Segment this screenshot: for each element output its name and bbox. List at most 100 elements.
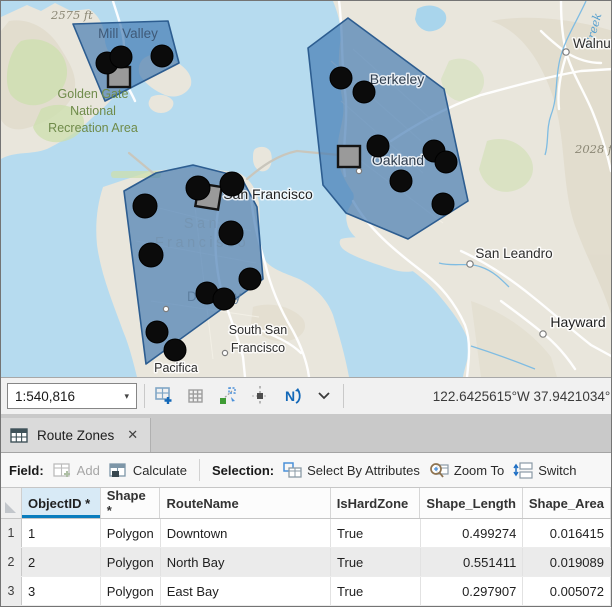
switch-selection-button[interactable]: Switch	[513, 462, 576, 479]
stop-marker[interactable]	[432, 193, 454, 215]
city-label-san-leandro: San Leandro	[475, 246, 552, 261]
city-label-hayward: Hayward	[550, 314, 605, 330]
elevation-label: 2575 ft	[50, 8, 93, 22]
coordinate-readout: 122.6425615°W 37.9421034°N	[433, 389, 612, 404]
table-row[interactable]: 2 2 Polygon North Bay True 0.551411 0.01…	[1, 548, 611, 577]
column-header-routename[interactable]: RouteName	[160, 488, 330, 518]
add-view-icon[interactable]	[152, 383, 176, 409]
scale-combobox[interactable]: 1:540,816 ▾	[7, 383, 137, 409]
dropdown-caret-icon: ▾	[124, 391, 129, 402]
cell-shape-length[interactable]: 0.499274	[421, 519, 524, 547]
stop-marker[interactable]	[367, 135, 389, 157]
facility-marker[interactable]	[338, 146, 360, 167]
stop-marker[interactable]	[435, 151, 457, 173]
stop-marker[interactable]	[139, 243, 163, 267]
cell-shape[interactable]: Polygon	[101, 548, 161, 576]
cell-routename[interactable]: Downtown	[161, 519, 331, 547]
column-header-shape[interactable]: Shape *	[101, 488, 161, 518]
map-canvas[interactable]: 2575 ft 2028 ft Creek Mill Valley Golden…	[1, 1, 611, 377]
cell-shape[interactable]: Polygon	[101, 519, 161, 547]
arcgis-pro-window: 2575 ft 2028 ft Creek Mill Valley Golden…	[0, 0, 612, 607]
add-field-button[interactable]: Add	[53, 463, 100, 478]
table-icon	[10, 428, 28, 443]
stop-marker[interactable]	[213, 288, 235, 310]
stop-marker[interactable]	[390, 170, 412, 192]
cell-objectid[interactable]: 3	[22, 577, 101, 605]
stop-marker[interactable]	[219, 221, 243, 245]
switch-selection-icon	[513, 462, 533, 479]
city-label-berkeley: Berkeley	[370, 71, 424, 87]
city-label-walnut-creek: Walnut Creek	[573, 36, 611, 51]
calculate-icon	[109, 463, 128, 478]
calculate-field-button[interactable]: Calculate	[109, 463, 187, 478]
svg-text:Recreation Area: Recreation Area	[48, 121, 138, 135]
select-by-attributes-button[interactable]: Select By Attributes	[283, 462, 420, 478]
snapping-icon[interactable]	[248, 383, 272, 409]
table-header-row: ObjectID * Shape * RouteName IsHardZone …	[1, 488, 611, 519]
cell-routename[interactable]: East Bay	[161, 577, 331, 605]
separator	[144, 384, 145, 408]
stop-marker[interactable]	[146, 321, 168, 343]
separator	[343, 384, 344, 408]
expand-chevron-icon[interactable]	[312, 383, 336, 409]
column-header-objectid[interactable]: ObjectID *	[22, 488, 101, 518]
svg-text:National: National	[70, 104, 116, 118]
cell-shape[interactable]: Polygon	[101, 577, 161, 605]
close-icon[interactable]: ✕	[127, 427, 138, 443]
cell-shape-area[interactable]: 0.005072	[523, 577, 611, 605]
park-label-ggnra: Golden Gate	[58, 87, 129, 101]
city-label-pacifica: Pacifica	[154, 361, 198, 375]
city-label-mill-valley: Mill Valley	[98, 26, 158, 41]
stop-marker[interactable]	[239, 268, 261, 290]
column-header-ishardzone[interactable]: IsHardZone	[331, 488, 421, 518]
zoom-to-button[interactable]: Zoom To	[429, 462, 504, 479]
row-number[interactable]: 2	[1, 548, 22, 576]
elevation-label: 2028 ft	[574, 142, 611, 156]
stop-marker[interactable]	[164, 339, 186, 361]
tab-title: Route Zones	[37, 428, 114, 443]
cell-shape-length[interactable]: 0.297907	[421, 577, 524, 605]
north-arrow-icon[interactable]: N	[280, 383, 304, 409]
stop-marker[interactable]	[330, 67, 352, 89]
svg-text:Francisco: Francisco	[231, 341, 285, 355]
stop-marker[interactable]	[220, 172, 244, 196]
city-label-south-san-francisco: South San	[229, 323, 287, 337]
zoom-to-icon	[429, 462, 449, 479]
table-corner-selector[interactable]	[1, 488, 22, 518]
map-status-bar: 1:540,816 ▾ N 122.6425615°W	[1, 377, 611, 414]
cell-ishardzone[interactable]: True	[331, 577, 421, 605]
stop-marker[interactable]	[151, 45, 173, 67]
scale-value: 1:540,816	[15, 389, 75, 404]
row-number[interactable]: 3	[1, 577, 22, 605]
cell-objectid[interactable]: 1	[22, 519, 101, 547]
svg-text:N: N	[285, 388, 295, 404]
table-tab-strip: Route Zones ✕	[1, 414, 611, 453]
cell-shape-area[interactable]: 0.019089	[523, 548, 611, 576]
grid-icon[interactable]	[184, 383, 208, 409]
attribute-table: ObjectID * Shape * RouteName IsHardZone …	[1, 488, 611, 606]
cell-routename[interactable]: North Bay	[161, 548, 331, 576]
tab-route-zones[interactable]: Route Zones ✕	[1, 418, 151, 452]
county-label-san-francisco: San	[184, 216, 220, 232]
cell-ishardzone[interactable]: True	[331, 519, 421, 547]
add-field-icon	[53, 463, 72, 478]
column-header-shape-area[interactable]: Shape_Area	[523, 488, 611, 518]
table-row[interactable]: 1 1 Polygon Downtown True 0.499274 0.016…	[1, 519, 611, 548]
cell-shape-length[interactable]: 0.551411	[421, 548, 524, 576]
cell-shape-area[interactable]: 0.016415	[523, 519, 611, 547]
edit-vertices-icon[interactable]	[216, 383, 240, 409]
selection-group-label: Selection:	[212, 463, 274, 478]
cell-ishardzone[interactable]: True	[331, 548, 421, 576]
field-group-label: Field:	[9, 463, 44, 478]
table-row[interactable]: 3 3 Polygon East Bay True 0.297907 0.005…	[1, 577, 611, 606]
row-number[interactable]: 1	[1, 519, 22, 547]
cell-objectid[interactable]: 2	[22, 548, 101, 576]
stop-marker[interactable]	[133, 194, 157, 218]
stop-marker[interactable]	[186, 176, 210, 200]
map-view[interactable]: 2575 ft 2028 ft Creek Mill Valley Golden…	[1, 1, 611, 377]
column-header-shape-length[interactable]: Shape_Length	[420, 488, 523, 518]
stop-marker[interactable]	[353, 81, 375, 103]
select-by-attributes-icon	[283, 462, 302, 478]
stop-marker[interactable]	[110, 46, 132, 68]
table-toolbar: Field: Add Calculate Selection: Select B…	[1, 453, 611, 488]
